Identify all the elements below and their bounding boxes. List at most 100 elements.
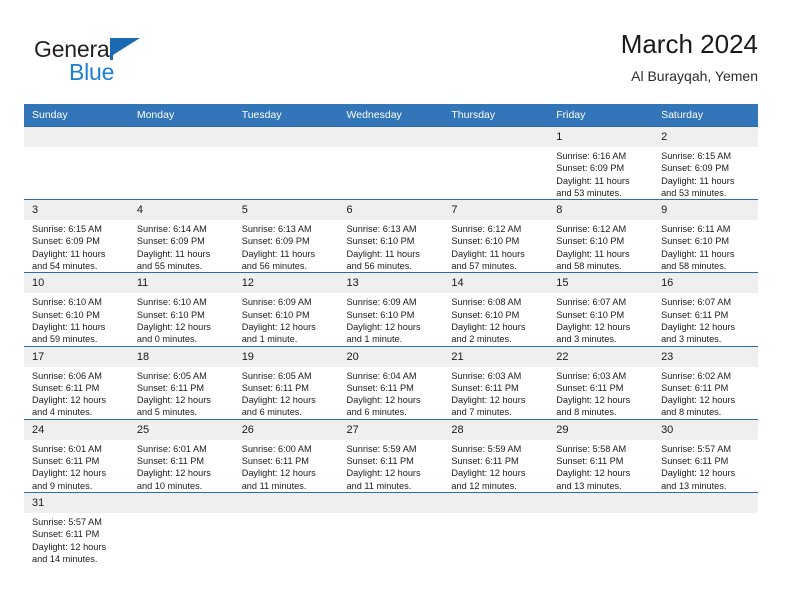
calendar-day-cell[interactable]: 19 Sunrise: 6:05 AM Sunset: 6:11 PM Dayligh… (233, 345, 339, 420)
day-detail-line: Sunset: 6:11 PM (451, 456, 519, 467)
day-detail-line: and 13 minutes. (661, 480, 727, 491)
calendar-day-cell[interactable]: 26 Sunrise: 6:00 AM Sunset: 6:11 PM Dayligh… (233, 418, 339, 493)
day-number: 28 (443, 419, 549, 440)
calendar-day-cell[interactable]: 31 Sunrise: 5:57 AM Sunset: 6:11 PM Dayligh… (24, 491, 129, 566)
title-block: March 2024 Al Burayqah, Yemen (621, 28, 758, 86)
day-detail-line: and 8 minutes. (661, 407, 722, 418)
calendar-empty-cell (233, 491, 339, 566)
day-number: 26 (233, 419, 339, 440)
weekday-header-wednesday: Wednesday (338, 104, 444, 127)
day-detail-line: Daylight: 11 hours (346, 248, 420, 259)
day-detail-line: and 59 minutes. (32, 334, 98, 345)
day-detail-line: Sunrise: 6:10 AM (32, 297, 102, 308)
day-detail-line: Daylight: 12 hours (661, 321, 736, 332)
calendar-day-cell[interactable]: 13 Sunrise: 6:09 AM Sunset: 6:10 PM Dayligh… (338, 272, 444, 347)
day-detail-line: Sunrise: 5:57 AM (32, 516, 102, 527)
day-details: Sunrise: 5:57 AM Sunset: 6:11 PM Daylight:… (653, 440, 758, 492)
calendar-day-cell[interactable]: 14 Sunrise: 6:08 AM Sunset: 6:10 PM Dayligh… (443, 272, 549, 347)
day-detail-line: Daylight: 12 hours (451, 395, 526, 406)
calendar-day-cell[interactable]: 27 Sunrise: 5:59 AM Sunset: 6:11 PM Dayligh… (338, 418, 444, 493)
calendar-empty-cell (443, 125, 549, 200)
day-detail-line: Sunrise: 6:04 AM (346, 370, 417, 381)
day-number: 30 (653, 419, 758, 440)
day-detail-line: and 9 minutes. (32, 480, 93, 491)
day-detail-line: Sunset: 6:09 PM (241, 236, 310, 247)
page-title: March 2024 (620, 29, 758, 59)
day-detail-line: and 57 minutes. (451, 261, 517, 272)
calendar-day-cell[interactable]: 23 Sunrise: 6:02 AM Sunset: 6:11 PM Dayligh… (653, 345, 758, 420)
calendar-day-cell[interactable]: 30 Sunrise: 5:57 AM Sunset: 6:11 PM Dayligh… (653, 418, 758, 493)
day-detail-line: Daylight: 11 hours (136, 248, 211, 259)
day-detail-line: Daylight: 12 hours (32, 468, 107, 479)
day-number: 23 (653, 346, 758, 367)
day-detail-line: Sunrise: 6:15 AM (32, 224, 102, 235)
day-detail-line: Sunrise: 6:03 AM (556, 370, 627, 381)
calendar-day-cell[interactable]: 24 Sunrise: 6:01 AM Sunset: 6:11 PM Dayligh… (24, 418, 129, 493)
calendar-day-cell[interactable]: 5 Sunrise: 6:13 AM Sunset: 6:09 PM Daylight… (233, 199, 339, 273)
calendar-day-cell[interactable]: 29 Sunrise: 5:58 AM Sunset: 6:11 PM Dayligh… (548, 418, 654, 493)
day-detail-line: Sunrise: 6:05 AM (136, 370, 207, 381)
day-number: 27 (338, 419, 444, 440)
calendar-day-cell[interactable]: 16 Sunrise: 6:07 AM Sunset: 6:11 PM Dayligh… (653, 272, 758, 347)
day-number: 29 (548, 419, 654, 440)
weekday-header-row: Sunday Monday Tuesday Wednesday Thursday… (24, 104, 758, 127)
calendar-day-cell[interactable]: 25 Sunrise: 6:01 AM Sunset: 6:11 PM Dayligh… (128, 418, 234, 493)
calendar-week-row: 17 Sunrise: 6:06 AM Sunset: 6:11 PM Dayligh… (24, 345, 758, 420)
day-number: 5 (233, 200, 339, 221)
calendar-day-cell[interactable]: 9 Sunrise: 6:11 AM Sunset: 6:10 PM Daylight… (653, 199, 758, 273)
day-detail-line: and 7 minutes. (451, 407, 512, 418)
day-detail-line: and 56 minutes. (346, 261, 412, 272)
day-detail-line: Sunset: 6:11 PM (661, 382, 729, 393)
day-details: Sunrise: 5:59 AM Sunset: 6:11 PM Daylight:… (339, 440, 444, 492)
day-detail-line: Sunset: 6:11 PM (661, 456, 729, 467)
day-number: 14 (443, 273, 549, 294)
calendar-day-cell[interactable]: 10 Sunrise: 6:10 AM Sunset: 6:10 PM Dayligh… (24, 272, 129, 347)
calendar-day-cell[interactable]: 6 Sunrise: 6:13 AM Sunset: 6:10 PM Daylight… (338, 199, 444, 273)
day-details: Sunrise: 6:15 AM Sunset: 6:09 PM Daylight:… (653, 147, 758, 199)
day-detail-line: Sunset: 6:09 PM (556, 163, 625, 174)
day-detail-line: and 54 minutes. (32, 261, 98, 272)
calendar-day-cell[interactable]: 8 Sunrise: 6:12 AM Sunset: 6:10 PM Daylight… (548, 199, 654, 273)
calendar-day-cell[interactable]: 4 Sunrise: 6:14 AM Sunset: 6:09 PM Daylight… (128, 199, 234, 273)
day-detail-line: Daylight: 11 hours (661, 248, 735, 259)
calendar-day-cell[interactable]: 1 Sunrise: 6:16 AM Sunset: 6:09 PM Daylight… (548, 125, 654, 200)
calendar-day-cell[interactable]: 21 Sunrise: 6:03 AM Sunset: 6:11 PM Dayligh… (443, 345, 549, 420)
day-detail-line: and 6 minutes. (346, 407, 407, 418)
calendar-day-cell[interactable]: 28 Sunrise: 5:59 AM Sunset: 6:11 PM Dayligh… (443, 418, 549, 493)
weekday-header-monday: Monday (128, 104, 234, 127)
day-detail-line: Sunrise: 6:12 AM (451, 224, 522, 235)
day-details: Sunrise: 6:09 AM Sunset: 6:10 PM Daylight:… (234, 293, 339, 345)
calendar-day-cell[interactable]: 22 Sunrise: 6:03 AM Sunset: 6:11 PM Dayligh… (548, 345, 654, 420)
calendar-day-cell[interactable]: 7 Sunrise: 6:12 AM Sunset: 6:10 PM Daylight… (443, 199, 549, 273)
day-detail-line: Sunset: 6:11 PM (136, 382, 205, 393)
day-details: Sunrise: 6:10 AM Sunset: 6:10 PM Daylight:… (24, 293, 129, 345)
day-number: 2 (653, 127, 758, 147)
weekday-header-tuesday: Tuesday (233, 104, 339, 127)
calendar-day-cell[interactable]: 15 Sunrise: 6:07 AM Sunset: 6:10 PM Dayligh… (548, 272, 654, 347)
day-detail-line: Daylight: 11 hours (556, 248, 630, 259)
calendar-day-cell[interactable]: 17 Sunrise: 6:06 AM Sunset: 6:11 PM Dayligh… (24, 345, 129, 420)
day-detail-line: and 0 minutes. (136, 334, 198, 345)
calendar-day-cell[interactable]: 18 Sunrise: 6:05 AM Sunset: 6:11 PM Dayligh… (128, 345, 234, 420)
day-detail-line: Daylight: 12 hours (661, 468, 736, 479)
day-detail-line: and 3 minutes. (661, 334, 722, 345)
calendar-day-cell[interactable]: 12 Sunrise: 6:09 AM Sunset: 6:10 PM Dayligh… (233, 272, 339, 347)
day-detail-line: Sunset: 6:10 PM (136, 309, 205, 320)
day-detail-line: and 6 minutes. (241, 407, 302, 418)
day-detail-line: Sunset: 6:11 PM (241, 382, 309, 393)
day-details: Sunrise: 6:01 AM Sunset: 6:11 PM Daylight:… (24, 440, 129, 492)
calendar-empty-cell (338, 491, 444, 566)
day-number: 7 (443, 200, 549, 221)
page-subtitle: Al Burayqah, Yemen (631, 68, 758, 84)
day-details: Sunrise: 6:04 AM Sunset: 6:11 PM Daylight:… (339, 367, 444, 419)
day-number (128, 127, 234, 147)
calendar-day-cell[interactable]: 2 Sunrise: 6:15 AM Sunset: 6:09 PM Daylight… (653, 125, 758, 200)
day-number: 8 (548, 200, 654, 221)
calendar-day-cell[interactable]: 3 Sunrise: 6:15 AM Sunset: 6:09 PM Daylight… (24, 199, 129, 273)
day-number (128, 492, 234, 513)
day-detail-line: and 10 minutes. (136, 480, 203, 491)
calendar-day-cell[interactable]: 11 Sunrise: 6:10 AM Sunset: 6:10 PM Dayligh… (128, 272, 234, 347)
calendar-day-cell[interactable]: 20 Sunrise: 6:04 AM Sunset: 6:11 PM Dayligh… (338, 345, 444, 420)
blue-flag-triangle-icon (110, 38, 140, 60)
day-detail-line: Sunrise: 6:00 AM (241, 443, 312, 454)
